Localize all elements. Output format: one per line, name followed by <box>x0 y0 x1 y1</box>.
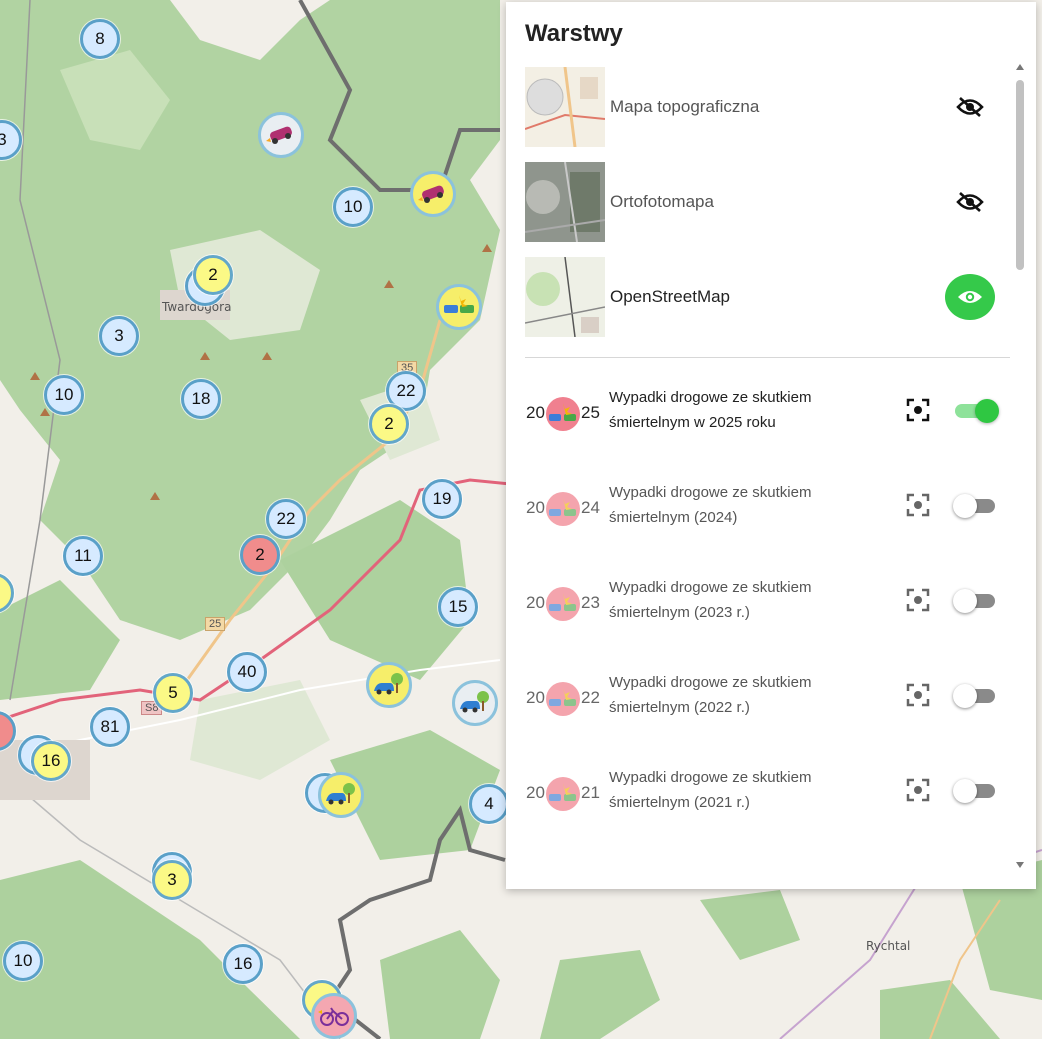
zoom-to-extent-icon[interactable] <box>905 492 931 518</box>
year-suffix: 22 <box>581 688 600 707</box>
car-tree-crash-icon[interactable] <box>318 772 364 818</box>
car-collision-icon <box>546 682 580 716</box>
zoom-to-extent-icon[interactable] <box>905 682 931 708</box>
cluster-marker[interactable]: 5 <box>153 673 193 713</box>
zoom-to-extent-icon[interactable] <box>905 397 931 423</box>
year-suffix: 21 <box>581 783 600 802</box>
section-divider <box>525 357 1010 358</box>
overlay-2025[interactable]: 20 25 Wypadki drogowe ze skutkiem śmiert… <box>525 382 1005 442</box>
year-badge: 20 24 <box>525 492 605 526</box>
cluster-marker[interactable]: 16 <box>31 741 71 781</box>
layer-toggle[interactable] <box>953 684 997 708</box>
overlay-2021[interactable]: 20 21 Wypadki drogowe ze skutkiem śmiert… <box>525 762 1005 822</box>
cluster-marker[interactable]: 40 <box>227 652 267 692</box>
eye-slash-icon[interactable] <box>950 182 990 222</box>
overlay-2023[interactable]: 20 23 Wypadki drogowe ze skutkiem śmiert… <box>525 572 1005 632</box>
cluster-marker[interactable]: 16 <box>223 944 263 984</box>
car-collision-icon <box>546 587 580 621</box>
place-label: Rychtal <box>866 939 911 953</box>
car-collision-icon[interactable] <box>436 284 482 330</box>
car-collision-icon <box>546 777 580 811</box>
year-badge: 20 23 <box>525 587 605 621</box>
cluster-marker[interactable]: 10 <box>3 941 43 981</box>
base-layer-openstreetmap[interactable]: OpenStreetMap <box>525 257 995 337</box>
scrollbar[interactable] <box>1014 64 1026 868</box>
layer-toggle[interactable] <box>953 494 997 518</box>
overlay-name: Wypadki drogowe ze skutkiem śmiertelnym … <box>609 579 812 621</box>
orthophoto-thumbnail <box>525 162 605 242</box>
overlay-2024[interactable]: 20 24 Wypadki drogowe ze skutkiem śmiert… <box>525 477 1005 537</box>
zoom-to-extent-icon[interactable] <box>905 587 931 613</box>
bicycle-crash-icon[interactable] <box>311 993 357 1039</box>
scrollbar-thumb[interactable] <box>1016 80 1024 270</box>
base-layer-name: Mapa topograficzna <box>610 97 760 116</box>
year-suffix: 23 <box>581 593 600 612</box>
year-prefix: 20 <box>526 403 545 422</box>
year-prefix: 20 <box>526 688 545 707</box>
base-layer-name: Ortofotomapa <box>610 192 714 211</box>
overturned-car-icon[interactable] <box>410 171 456 217</box>
cluster-marker[interactable]: 15 <box>438 587 478 627</box>
panel-title: Warstwy <box>525 20 623 47</box>
cluster-marker[interactable]: 81 <box>90 707 130 747</box>
year-badge: 20 21 <box>525 777 605 811</box>
road-number-label: 25 <box>205 617 226 631</box>
cluster-marker[interactable]: 2 <box>240 535 280 575</box>
year-prefix: 20 <box>526 593 545 612</box>
overlay-name: Wypadki drogowe ze skutkiem śmiertelnym … <box>609 674 812 716</box>
year-suffix: 25 <box>581 403 600 422</box>
cluster-marker[interactable]: 10 <box>44 375 84 415</box>
overlay-2022[interactable]: 20 22 Wypadki drogowe ze skutkiem śmiert… <box>525 667 1005 727</box>
cluster-marker[interactable]: 2 <box>193 255 233 295</box>
layer-toggle[interactable] <box>953 399 999 423</box>
topographic-thumbnail <box>525 67 605 147</box>
car-collision-icon <box>546 397 580 431</box>
year-prefix: 20 <box>526 498 545 517</box>
cluster-marker[interactable]: 8 <box>80 19 120 59</box>
year-suffix: 24 <box>581 498 600 517</box>
cluster-marker[interactable]: 19 <box>422 479 462 519</box>
cluster-marker[interactable]: 3 <box>152 860 192 900</box>
cluster-marker[interactable]: 3 <box>99 316 139 356</box>
base-layer-name: OpenStreetMap <box>610 287 731 306</box>
cluster-marker[interactable]: 22 <box>266 499 306 539</box>
cluster-marker[interactable]: 10 <box>333 187 373 227</box>
eye-slash-icon[interactable] <box>950 87 990 127</box>
openstreetmap-thumbnail <box>525 257 605 337</box>
cluster-marker[interactable]: 4 <box>469 784 509 824</box>
car-tree-crash-icon[interactable] <box>366 662 412 708</box>
layer-toggle[interactable] <box>953 589 997 613</box>
base-layer-orthophoto[interactable]: Ortofotomapa <box>525 162 995 242</box>
overlay-name: Wypadki drogowe ze skutkiem śmiertelnym … <box>609 769 812 811</box>
zoom-to-extent-icon[interactable] <box>905 777 931 803</box>
layers-panel: Warstwy Mapa topograficzna Ortofotomapa … <box>506 2 1036 889</box>
scroll-up-arrow-icon[interactable] <box>1016 64 1024 70</box>
car-tree-crash-icon[interactable] <box>452 680 498 726</box>
eye-icon[interactable] <box>945 274 995 320</box>
year-badge: 20 25 <box>525 397 605 431</box>
overturned-car-icon[interactable] <box>258 112 304 158</box>
base-layer-topographic[interactable]: Mapa topograficzna <box>525 67 995 147</box>
cluster-marker[interactable]: 11 <box>63 536 103 576</box>
scroll-down-arrow-icon[interactable] <box>1016 862 1024 868</box>
year-badge: 20 22 <box>525 682 605 716</box>
cluster-marker[interactable]: 2 <box>369 404 409 444</box>
year-prefix: 20 <box>526 783 545 802</box>
cluster-marker[interactable]: 18 <box>181 379 221 419</box>
layer-toggle[interactable] <box>953 779 997 803</box>
overlay-name: Wypadki drogowe ze skutkiem śmiertelnym … <box>609 484 812 526</box>
overlay-name: Wypadki drogowe ze skutkiem śmiertelnym … <box>609 389 812 431</box>
car-collision-icon <box>546 492 580 526</box>
